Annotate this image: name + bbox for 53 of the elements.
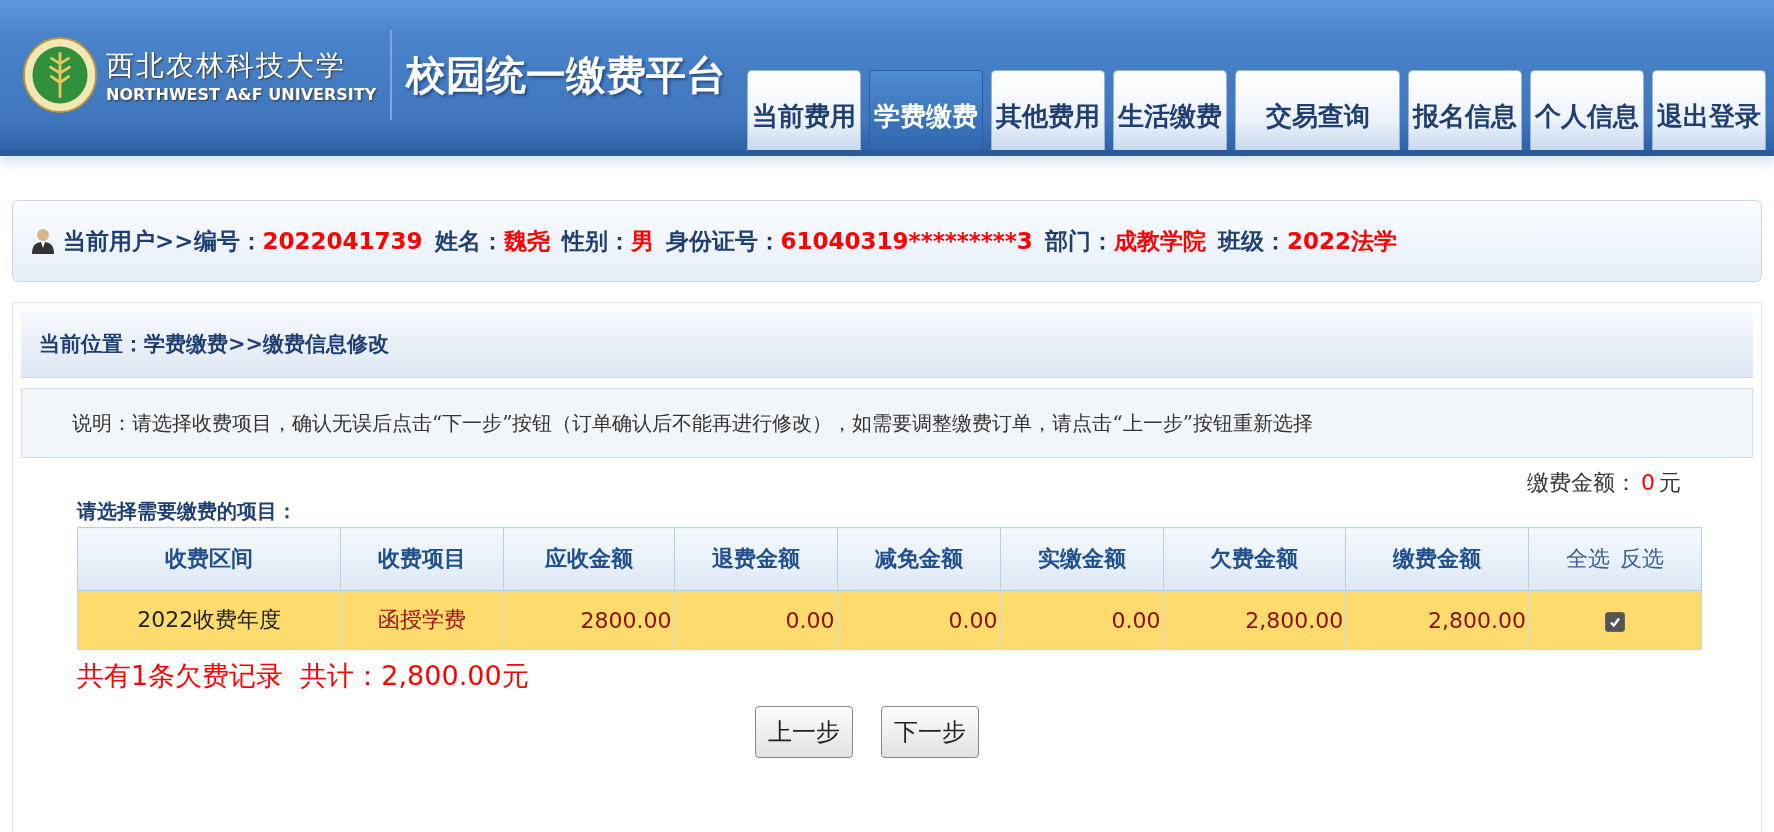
nav-tab[interactable]: 生活缴费 xyxy=(1113,70,1227,150)
step-button[interactable]: 下一步 xyxy=(881,706,979,758)
column-header: 减免金额 xyxy=(837,527,1001,591)
field-value: 2022法学 xyxy=(1286,226,1397,256)
table-cell: 0.00 xyxy=(674,590,838,650)
user-icon xyxy=(31,228,55,254)
column-header: 收费项目 xyxy=(340,527,504,591)
column-header: 实缴金额 xyxy=(1000,527,1164,591)
table-cell: 函授学费 xyxy=(340,590,504,650)
field-label: 部门： xyxy=(1044,226,1114,256)
platform-title: 校园统一缴费平台 xyxy=(406,50,727,100)
nav-tab[interactable]: 其他费用 xyxy=(991,70,1105,150)
field-value: 男 xyxy=(630,226,654,256)
instruction-text: 说明：请选择收费项目，确认无误后点击“下一步”按钮（订单确认后不能再进行修改），如需要调整缴费订单，请点击“上一步”按钮重新选择 xyxy=(72,409,1313,437)
amount-unit: 元 xyxy=(1659,470,1681,495)
field-value: 魏尧 xyxy=(503,226,550,256)
table-cell: 2,800.00 xyxy=(1163,590,1346,650)
column-header: 缴费金额 xyxy=(1345,527,1529,591)
field-label: 身份证号： xyxy=(665,226,781,256)
field-label: 性别： xyxy=(561,226,631,256)
nav-tab[interactable]: 个人信息 xyxy=(1530,70,1644,150)
breadcrumb: 当前位置：学费缴费>>缴费信息修改 xyxy=(39,331,390,358)
field-label: 姓名： xyxy=(434,226,504,256)
invert-selection-link[interactable]: 反选 xyxy=(1620,546,1664,571)
summary-text: 共有1条欠费记录 共计：2,800.00元 xyxy=(77,659,530,693)
nav-tab[interactable]: 当前费用 xyxy=(747,70,861,150)
nav-tab[interactable]: 学费缴费 xyxy=(869,70,983,150)
amount-label: 缴费金额： xyxy=(1527,470,1637,495)
select-all-link[interactable]: 全选 xyxy=(1566,546,1610,571)
table-cell: 2022收费年度 xyxy=(77,590,341,650)
table-cell: 0.00 xyxy=(837,590,1001,650)
column-header: 欠费金额 xyxy=(1163,527,1346,591)
column-header: 应收金额 xyxy=(503,527,674,591)
nav-tab[interactable]: 交易查询 xyxy=(1235,70,1400,150)
amount-value: 0 xyxy=(1641,470,1655,495)
university-name: 西北农林科技大学 xyxy=(106,47,347,84)
row-checkbox[interactable] xyxy=(1605,611,1625,632)
field-label: 编号： xyxy=(193,226,263,256)
field-value: 2022041739 xyxy=(262,228,423,254)
table-cell: 2,800.00 xyxy=(1345,590,1529,650)
university-english-name: NORTHWEST A&F UNIVERSITY xyxy=(106,84,377,104)
user-label: 当前用户>> xyxy=(63,226,194,256)
nav-tab[interactable]: 退出登录 xyxy=(1652,70,1766,150)
table-cell: 0.00 xyxy=(1000,590,1164,650)
field-value: 成教学院 xyxy=(1113,226,1206,256)
nav-tab[interactable]: 报名信息 xyxy=(1408,70,1522,150)
table-cell: 2800.00 xyxy=(503,590,674,650)
step-button[interactable]: 上一步 xyxy=(755,706,853,758)
field-label: 班级： xyxy=(1217,226,1287,256)
column-header: 退费金额 xyxy=(674,527,838,591)
field-value: 61040319*********3 xyxy=(780,228,1033,254)
column-header: 收费区间 xyxy=(77,527,341,591)
table-title: 请选择需要缴费的项目： xyxy=(77,498,298,525)
